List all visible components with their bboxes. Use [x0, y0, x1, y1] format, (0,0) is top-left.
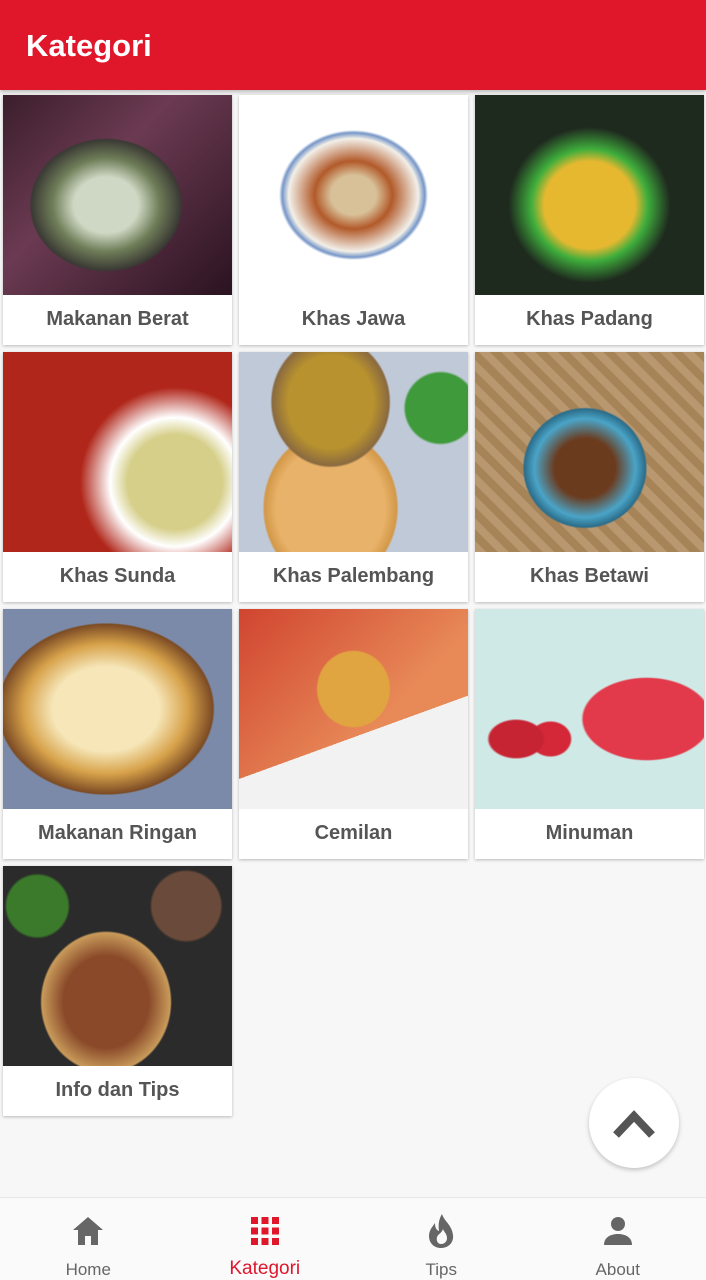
bottom-navigation: Home Kategori Tips About — [0, 1197, 706, 1280]
person-icon — [603, 1213, 633, 1249]
category-card-khas-padang[interactable]: Khas Padang — [475, 95, 704, 345]
app-bar: Kategori — [0, 0, 706, 90]
category-label: Khas Jawa — [301, 308, 406, 330]
category-label: Makanan Berat — [46, 308, 189, 330]
nav-label: Kategori — [229, 1258, 301, 1279]
category-image — [475, 95, 704, 295]
category-label: Cemilan — [314, 822, 393, 844]
nav-label: Home — [65, 1260, 111, 1279]
nav-item-home[interactable]: Home — [0, 1198, 177, 1280]
category-image — [239, 95, 468, 295]
nav-item-about[interactable]: About — [530, 1198, 706, 1280]
grid-icon — [250, 1213, 280, 1249]
category-card-cemilan[interactable]: Cemilan — [239, 609, 468, 859]
nav-item-kategori[interactable]: Kategori — [177, 1198, 354, 1280]
category-label: Minuman — [545, 822, 634, 844]
category-image — [3, 609, 232, 809]
category-card-info-dan-tips[interactable]: Info dan Tips — [3, 866, 232, 1116]
category-label: Khas Sunda — [59, 565, 176, 587]
category-label: Makanan Ringan — [38, 822, 197, 844]
page-title: Kategori — [26, 28, 152, 63]
category-image — [475, 352, 704, 552]
category-card-khas-palembang[interactable]: Khas Palembang — [239, 352, 468, 602]
category-label: Khas Palembang — [272, 565, 435, 587]
category-label: Khas Padang — [526, 308, 653, 330]
category-image — [239, 609, 468, 809]
category-card-makanan-berat[interactable]: Makanan Berat — [3, 95, 232, 345]
category-label: Khas Betawi — [530, 565, 649, 587]
nav-label: About — [595, 1260, 640, 1279]
category-label: Info dan Tips — [55, 1079, 180, 1101]
category-card-khas-betawi[interactable]: Khas Betawi — [475, 352, 704, 602]
home-icon — [71, 1213, 105, 1249]
category-card-khas-jawa[interactable]: Khas Jawa — [239, 95, 468, 345]
category-image — [475, 609, 704, 809]
nav-item-tips[interactable]: Tips — [353, 1198, 530, 1280]
category-card-minuman[interactable]: Minuman — [475, 609, 704, 859]
category-image — [3, 352, 232, 552]
scroll-to-top-button[interactable] — [589, 1078, 679, 1168]
nav-label: Tips — [425, 1260, 458, 1279]
category-image — [239, 352, 468, 552]
category-image — [3, 95, 232, 295]
chevron-up-icon — [613, 1110, 655, 1138]
category-grid: Makanan Berat Khas Jawa Khas Padang Khas… — [3, 95, 704, 1116]
flame-icon — [426, 1213, 456, 1249]
category-card-khas-sunda[interactable]: Khas Sunda — [3, 352, 232, 602]
category-image — [3, 866, 232, 1066]
category-card-makanan-ringan[interactable]: Makanan Ringan — [3, 609, 232, 859]
